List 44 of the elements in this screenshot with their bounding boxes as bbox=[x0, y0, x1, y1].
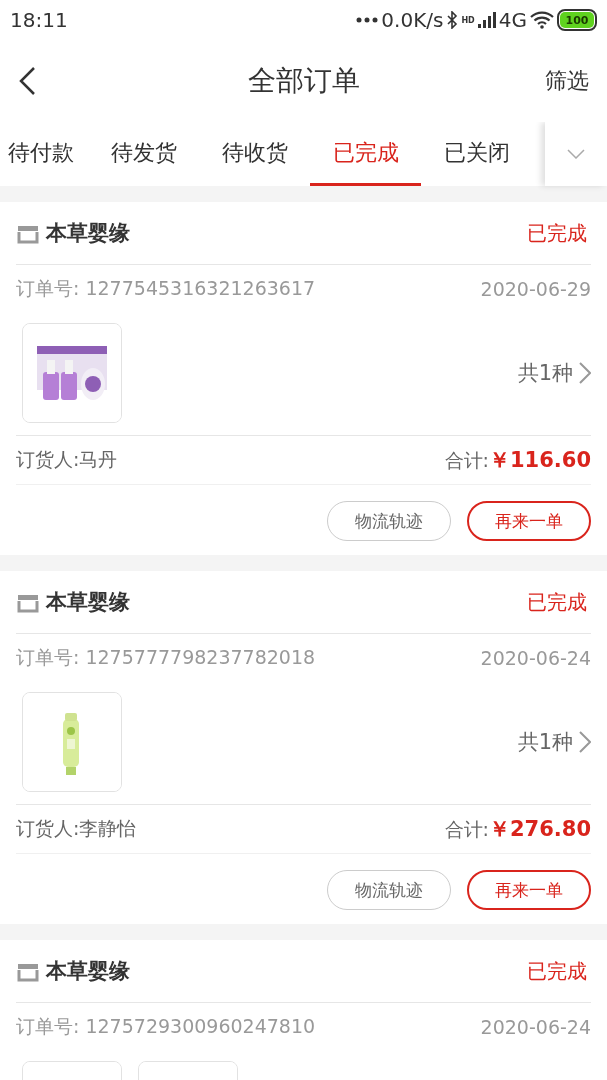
chevron-right-icon[interactable] bbox=[579, 362, 591, 384]
total-amount: ￥276.80 bbox=[488, 816, 591, 843]
reorder-button[interactable]: 再来一单 bbox=[467, 870, 591, 910]
order-number: 订单号: 1275777798237782018 bbox=[16, 645, 316, 670]
network-type: 4G bbox=[498, 8, 527, 32]
order-number: 订单号: 1277545316321263617 bbox=[16, 276, 316, 301]
more-icon bbox=[356, 17, 379, 23]
wifi-icon bbox=[530, 11, 554, 29]
shop-name: 本草婴缘 bbox=[46, 220, 131, 247]
buyer-name: 订货人:李静怡 bbox=[16, 816, 137, 841]
filter-link[interactable]: 筛选 bbox=[545, 66, 589, 96]
battery-indicator: 100 bbox=[557, 9, 597, 31]
order-status: 已完成 bbox=[527, 588, 587, 616]
buyer-name: 订货人:马丹 bbox=[16, 447, 118, 472]
order-date: 2020-06-24 bbox=[480, 1016, 591, 1038]
total-label: 合计: bbox=[444, 448, 489, 473]
order-number: 订单号: 1275729300960247810 bbox=[16, 1014, 316, 1039]
order-status: 已完成 bbox=[527, 219, 587, 247]
tracking-button[interactable]: 物流轨迹 bbox=[327, 501, 451, 541]
signal-icon bbox=[477, 12, 496, 28]
order-tab[interactable]: 已关闭 bbox=[421, 122, 532, 186]
total-amount: ￥116.60 bbox=[488, 447, 591, 474]
clock: 18:11 bbox=[10, 8, 68, 32]
page-title: 全部订单 bbox=[247, 63, 360, 99]
network-speed: 0.0K/s bbox=[381, 8, 444, 32]
item-count: 共1种 bbox=[517, 729, 573, 756]
shop-name: 本草婴缘 bbox=[46, 958, 131, 985]
order-tab[interactable]: 待发货 bbox=[88, 122, 199, 186]
total-label: 合计: bbox=[444, 817, 489, 842]
order-tab[interactable]: 已完成 bbox=[310, 122, 421, 186]
order-date: 2020-06-24 bbox=[480, 647, 591, 669]
order-tab[interactable]: 待付款 bbox=[0, 122, 88, 186]
shop-name: 本草婴缘 bbox=[46, 589, 131, 616]
order-date: 2020-06-29 bbox=[480, 278, 591, 300]
order-status: 已完成 bbox=[527, 957, 587, 985]
chevron-down-icon[interactable] bbox=[567, 149, 585, 159]
chevron-right-icon[interactable] bbox=[579, 731, 591, 753]
item-count: 共1种 bbox=[517, 360, 573, 387]
back-icon[interactable] bbox=[18, 66, 36, 96]
hd-label: HD bbox=[461, 16, 475, 25]
reorder-button[interactable]: 再来一单 bbox=[467, 501, 591, 541]
bluetooth-icon bbox=[446, 11, 459, 29]
tracking-button[interactable]: 物流轨迹 bbox=[327, 870, 451, 910]
order-tab[interactable]: 待收货 bbox=[199, 122, 310, 186]
